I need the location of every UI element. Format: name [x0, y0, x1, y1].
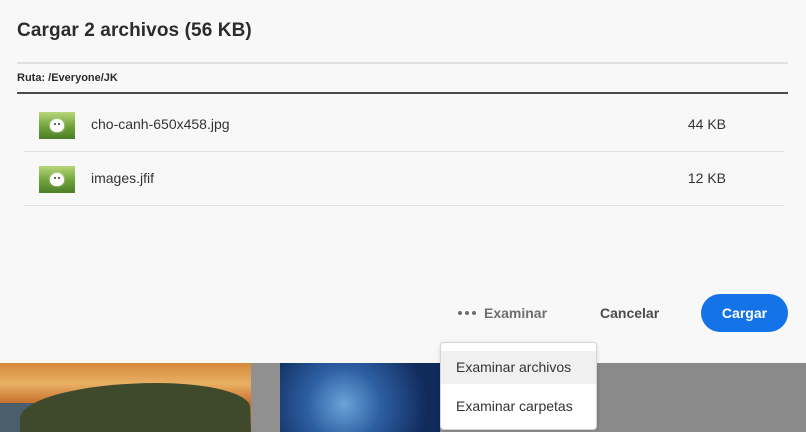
menu-item-label: Examinar carpetas: [456, 398, 573, 414]
background-thumbnail-coast: [0, 363, 251, 432]
file-row: cho-canh-650x458.jpg 44 KB: [24, 98, 784, 152]
upload-button-label: Cargar: [721, 305, 768, 321]
file-size: 12 KB: [687, 170, 726, 186]
upload-path: Ruta: /Everyone/JK: [17, 72, 118, 84]
background-thumbnail-sky: [280, 363, 440, 432]
background-thumbnail-gray: [596, 363, 806, 432]
file-list: cho-canh-650x458.jpg 44 KB images.jfif 1…: [24, 98, 784, 206]
dialog-title: Cargar 2 archivos (56 KB): [17, 20, 252, 41]
file-size: 44 KB: [687, 116, 726, 132]
menu-item-browse-folders[interactable]: Examinar carpetas: [441, 390, 596, 423]
puppy-thumbnail-icon: [39, 166, 75, 193]
browse-menu: Examinar archivos Examinar carpetas: [440, 342, 597, 430]
puppy-thumbnail-icon: [39, 112, 75, 139]
path-divider: [17, 92, 788, 94]
cancel-button[interactable]: Cancelar: [600, 302, 659, 324]
upload-dialog: Cargar 2 archivos (56 KB) Ruta: /Everyon…: [0, 0, 806, 363]
upload-button[interactable]: Cargar: [701, 294, 788, 332]
file-name: cho-canh-650x458.jpg: [91, 116, 230, 132]
menu-item-label: Examinar archivos: [456, 359, 572, 375]
menu-item-browse-files[interactable]: Examinar archivos: [441, 351, 596, 384]
file-row: images.jfif 12 KB: [24, 152, 784, 206]
file-name: images.jfif: [91, 170, 155, 186]
more-dots-icon: [458, 311, 476, 315]
browse-button-label: Examinar: [484, 305, 548, 321]
cliff-shape: [20, 383, 250, 432]
browse-button[interactable]: Examinar: [458, 302, 547, 324]
title-divider: [17, 62, 788, 64]
